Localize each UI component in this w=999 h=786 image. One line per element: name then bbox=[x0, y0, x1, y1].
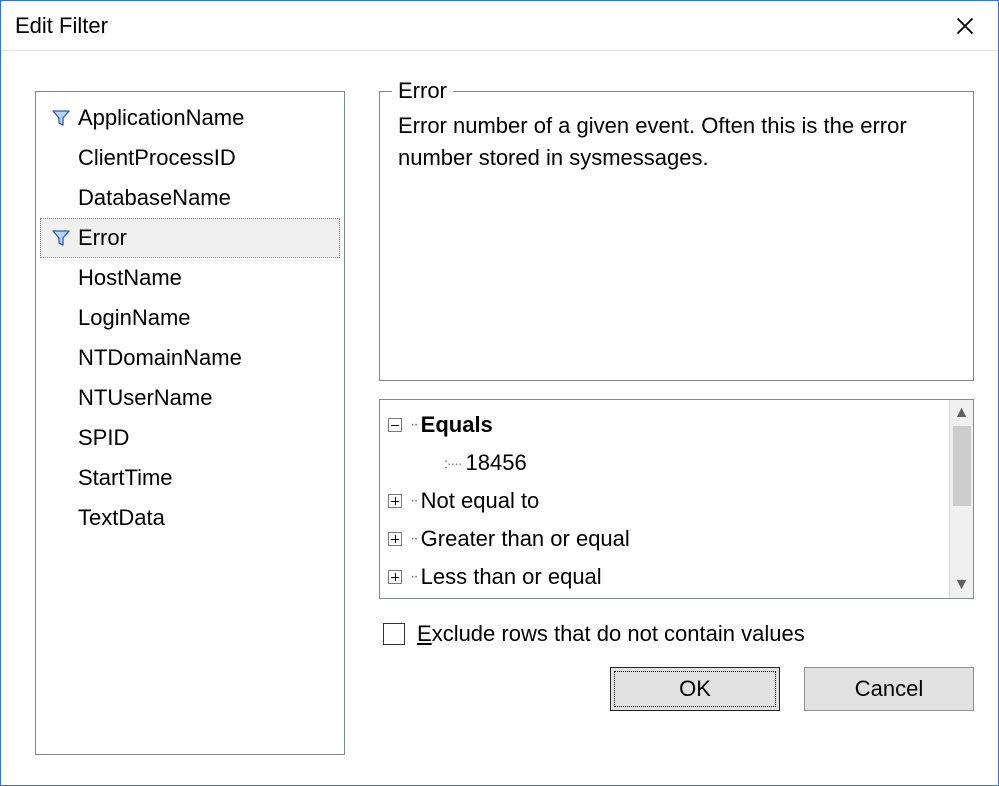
criteria-value[interactable]: :····18456 bbox=[388, 444, 947, 482]
criteria-tree[interactable]: ··Equals:····18456··Not equal to··Greate… bbox=[379, 399, 974, 599]
criteria-node-label: Equals bbox=[421, 412, 493, 438]
collapse-icon[interactable] bbox=[388, 418, 402, 432]
window-title: Edit Filter bbox=[15, 13, 942, 39]
right-panel: Error Error number of a given event. Oft… bbox=[379, 91, 974, 755]
filter-item-label: TextData bbox=[76, 505, 165, 531]
filter-item-label: Error bbox=[76, 225, 127, 251]
criteria-tree-content: ··Equals:····18456··Not equal to··Greate… bbox=[380, 400, 949, 598]
expand-icon[interactable] bbox=[388, 570, 402, 584]
funnel-icon bbox=[46, 228, 76, 248]
groupbox-title: Error bbox=[392, 78, 453, 104]
filter-column-list[interactable]: ApplicationName ClientProcessID DatabaseNa… bbox=[35, 91, 345, 755]
scroll-up-icon[interactable]: ▲ bbox=[954, 404, 970, 422]
filter-item-label: ApplicationName bbox=[76, 105, 244, 131]
filter-item-label: LoginName bbox=[76, 305, 191, 331]
filter-item-clientprocessid[interactable]: ClientProcessID bbox=[40, 138, 340, 178]
filter-item-starttime[interactable]: StartTime bbox=[40, 458, 340, 498]
criteria-node[interactable]: ··Equals bbox=[388, 406, 947, 444]
exclude-checkbox-row[interactable]: Exclude rows that do not contain values bbox=[379, 621, 974, 647]
expand-icon[interactable] bbox=[388, 494, 402, 508]
cancel-button[interactable]: Cancel bbox=[804, 667, 974, 711]
criteria-node-label: Greater than or equal bbox=[421, 526, 630, 552]
edit-filter-dialog: Edit Filter ApplicationName ClientProcess… bbox=[0, 0, 999, 786]
scroll-down-icon[interactable]: ▼ bbox=[954, 576, 970, 594]
titlebar: Edit Filter bbox=[1, 1, 998, 51]
criteria-node-label: Not equal to bbox=[421, 488, 540, 514]
description-groupbox: Error Error number of a given event. Oft… bbox=[379, 91, 974, 381]
filter-item-label: StartTime bbox=[76, 465, 173, 491]
filter-item-databasename[interactable]: DatabaseName bbox=[40, 178, 340, 218]
filter-item-label: NTDomainName bbox=[76, 345, 242, 371]
criteria-node[interactable]: ··Less than or equal bbox=[388, 558, 947, 596]
close-button[interactable] bbox=[942, 8, 988, 44]
close-icon bbox=[956, 17, 974, 35]
filter-item-label: DatabaseName bbox=[76, 185, 231, 211]
dialog-buttons: OK Cancel bbox=[379, 667, 974, 711]
filter-item-applicationname[interactable]: ApplicationName bbox=[40, 98, 340, 138]
scroll-thumb[interactable] bbox=[953, 426, 971, 506]
vertical-scrollbar[interactable]: ▲ ▼ bbox=[949, 400, 973, 598]
expand-icon[interactable] bbox=[388, 532, 402, 546]
filter-item-textdata[interactable]: TextData bbox=[40, 498, 340, 538]
ok-button[interactable]: OK bbox=[610, 667, 780, 711]
column-description: Error number of a given event. Often thi… bbox=[398, 110, 959, 174]
filter-item-label: NTUserName bbox=[76, 385, 212, 411]
criteria-value-label: 18456 bbox=[466, 450, 527, 476]
filter-item-loginname[interactable]: LoginName bbox=[40, 298, 340, 338]
funnel-icon bbox=[46, 108, 76, 128]
filter-item-label: ClientProcessID bbox=[76, 145, 236, 171]
filter-item-ntdomainname[interactable]: NTDomainName bbox=[40, 338, 340, 378]
filter-item-spid[interactable]: SPID bbox=[40, 418, 340, 458]
filter-item-label: HostName bbox=[76, 265, 182, 291]
filter-item-error[interactable]: Error bbox=[40, 218, 340, 258]
criteria-node[interactable]: ··Greater than or equal bbox=[388, 520, 947, 558]
exclude-checkbox[interactable] bbox=[383, 623, 405, 645]
filter-item-ntusername[interactable]: NTUserName bbox=[40, 378, 340, 418]
filter-item-label: SPID bbox=[76, 425, 129, 451]
exclude-label: Exclude rows that do not contain values bbox=[417, 621, 805, 647]
filter-item-hostname[interactable]: HostName bbox=[40, 258, 340, 298]
dialog-body: ApplicationName ClientProcessID DatabaseNa… bbox=[1, 51, 998, 785]
criteria-node[interactable]: ··Not equal to bbox=[388, 482, 947, 520]
criteria-node-label: Less than or equal bbox=[421, 564, 602, 590]
